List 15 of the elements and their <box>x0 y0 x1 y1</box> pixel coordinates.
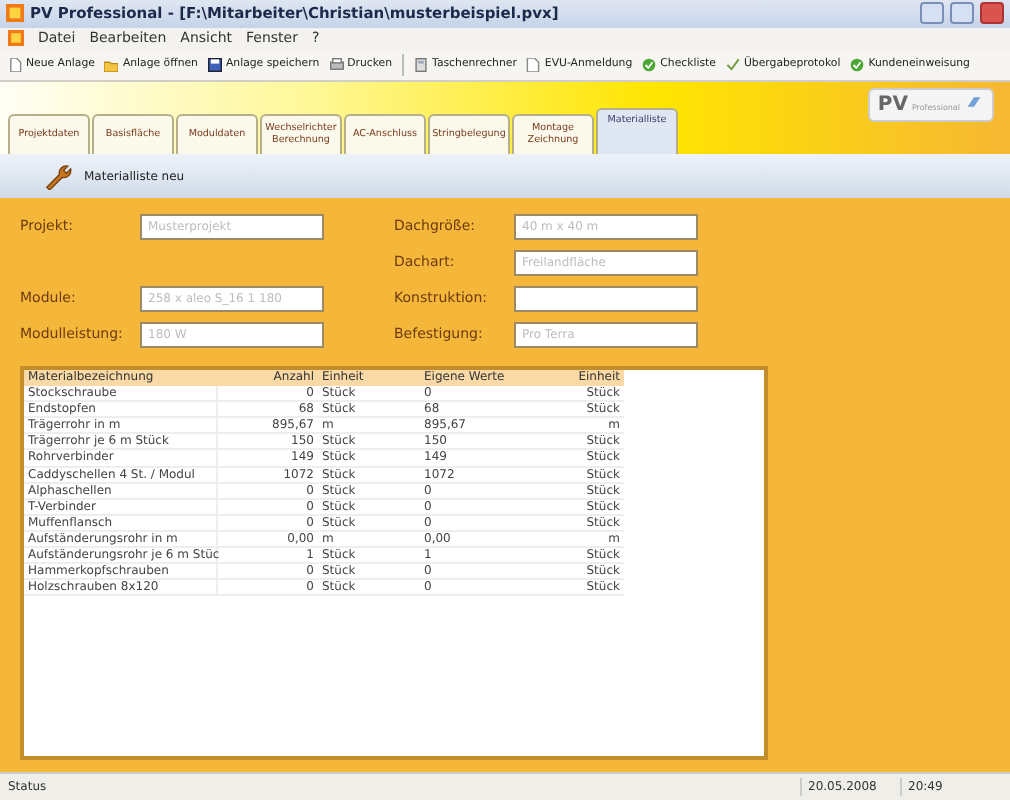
text-field[interactable] <box>514 285 698 312</box>
maximize-button[interactable] <box>950 2 974 25</box>
wrench-icon <box>44 162 72 191</box>
app-icon <box>6 4 24 23</box>
folder-icon <box>104 57 119 72</box>
minimize-button[interactable] <box>920 2 944 25</box>
panel-icon <box>964 93 984 110</box>
checkmark-icon <box>850 57 865 72</box>
logo-text: PV <box>877 91 908 120</box>
close-button[interactable] <box>980 2 1004 25</box>
printer-icon <box>329 57 344 72</box>
calculator-icon <box>414 57 429 72</box>
save-icon <box>207 57 222 72</box>
checkmark-icon <box>725 57 740 72</box>
checkmark-icon <box>642 57 657 72</box>
